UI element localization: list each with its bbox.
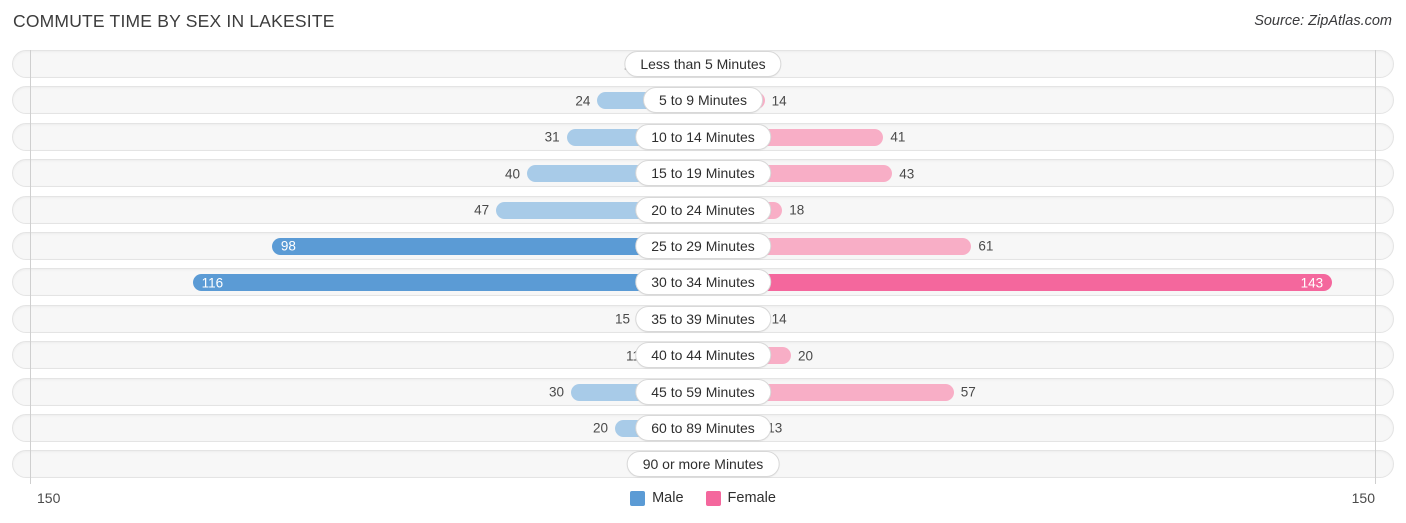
source-attribution: Source: ZipAtlas.com [1254, 13, 1392, 29]
male-value: 98 [280, 238, 296, 254]
page-title: COMMUTE TIME BY SEX IN LAKESITE [13, 11, 335, 31]
legend-swatch-icon [705, 490, 721, 506]
axis-line-right [1375, 50, 1376, 484]
legend-label: Female [727, 490, 776, 506]
category-label: 60 to 89 Minutes [635, 414, 771, 441]
male-value: 15 [614, 311, 630, 327]
category-label: 5 to 9 Minutes [643, 87, 763, 114]
category-label: 10 to 14 Minutes [635, 123, 771, 150]
male-value: 30 [548, 384, 564, 400]
chart-row: 20 13 60 to 89 Minutes [0, 413, 1406, 442]
chart-footer: 150 150 Male Female [0, 484, 1406, 523]
male-value: 47 [474, 202, 490, 218]
category-label: 20 to 24 Minutes [635, 196, 771, 223]
female-bar[interactable]: 143 [703, 274, 1333, 292]
female-value: 14 [771, 311, 787, 327]
female-value: 143 [1300, 275, 1324, 291]
plot-area: 1311Less than 5 Minutes 24 14 5 to 9 Minute… [0, 46, 1406, 484]
female-value: 18 [789, 202, 805, 218]
male-value: 40 [504, 166, 520, 182]
male-value: 31 [544, 129, 560, 145]
category-label: 45 to 59 Minutes [635, 378, 771, 405]
category-label: 15 to 19 Minutes [635, 160, 771, 187]
category-label: Less than 5 Minutes [624, 51, 782, 77]
chart-legend: Male Female [0, 490, 1406, 506]
category-label: 30 to 34 Minutes [635, 269, 771, 296]
chart-row: 15 14 35 to 39 Minutes [0, 304, 1406, 333]
chart-page: COMMUTE TIME BY SEX IN LAKESITE Source: … [0, 0, 1406, 523]
female-value: 20 [798, 348, 814, 364]
chart-row: 24 14 5 to 9 Minutes [0, 86, 1406, 115]
chart-row: 47 18 20 to 24 Minutes [0, 195, 1406, 224]
male-bar[interactable]: 116 [192, 274, 703, 292]
category-label: 35 to 39 Minutes [635, 305, 771, 332]
axis-line-left [30, 50, 31, 484]
male-value: 20 [592, 420, 608, 436]
chart-row: 3090 or more Minutes [0, 450, 1406, 479]
chart-row: 31 41 10 to 14 Minutes [0, 122, 1406, 151]
chart-row: 40 43 15 to 19 Minutes [0, 159, 1406, 188]
female-value: 57 [960, 384, 976, 400]
chart-row: 116 143 30 to 34 Minutes [0, 268, 1406, 297]
chart-row: 98 61 25 to 29 Minutes [0, 231, 1406, 260]
category-label: 90 or more Minutes [626, 451, 780, 478]
male-value: 24 [575, 93, 591, 109]
female-value: 61 [978, 238, 994, 254]
legend-label: Male [652, 490, 684, 506]
bar-rows: 1311Less than 5 Minutes 24 14 5 to 9 Minute… [0, 50, 1406, 487]
female-value: 14 [771, 93, 787, 109]
chart-header: COMMUTE TIME BY SEX IN LAKESITE Source: … [0, 0, 1406, 46]
legend-item-female[interactable]: Female [705, 490, 776, 506]
category-label: 25 to 29 Minutes [635, 232, 771, 259]
chart-row: 30 57 45 to 59 Minutes [0, 377, 1406, 406]
legend-item-male[interactable]: Male [630, 490, 684, 506]
category-label: 40 to 44 Minutes [635, 342, 771, 369]
legend-swatch-icon [630, 490, 646, 506]
male-value: 116 [201, 275, 224, 291]
chart-row: 1311Less than 5 Minutes [0, 50, 1406, 78]
female-value: 41 [890, 129, 906, 145]
female-value: 43 [899, 166, 915, 182]
chart-row: 11 20 40 to 44 Minutes [0, 341, 1406, 370]
